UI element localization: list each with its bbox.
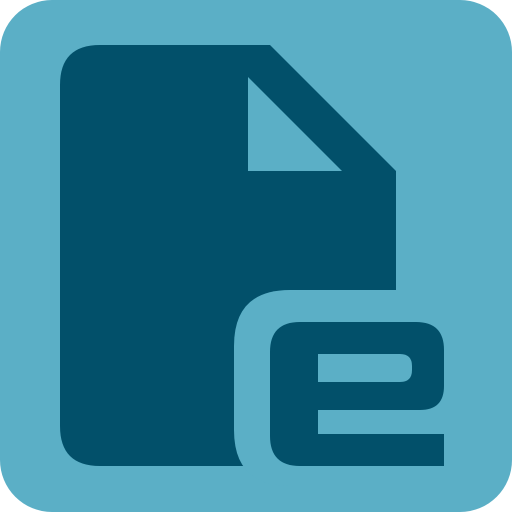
app-icon-canvas [0,0,512,512]
document-e-icon [0,0,512,512]
letter-e-glyph [270,322,444,466]
